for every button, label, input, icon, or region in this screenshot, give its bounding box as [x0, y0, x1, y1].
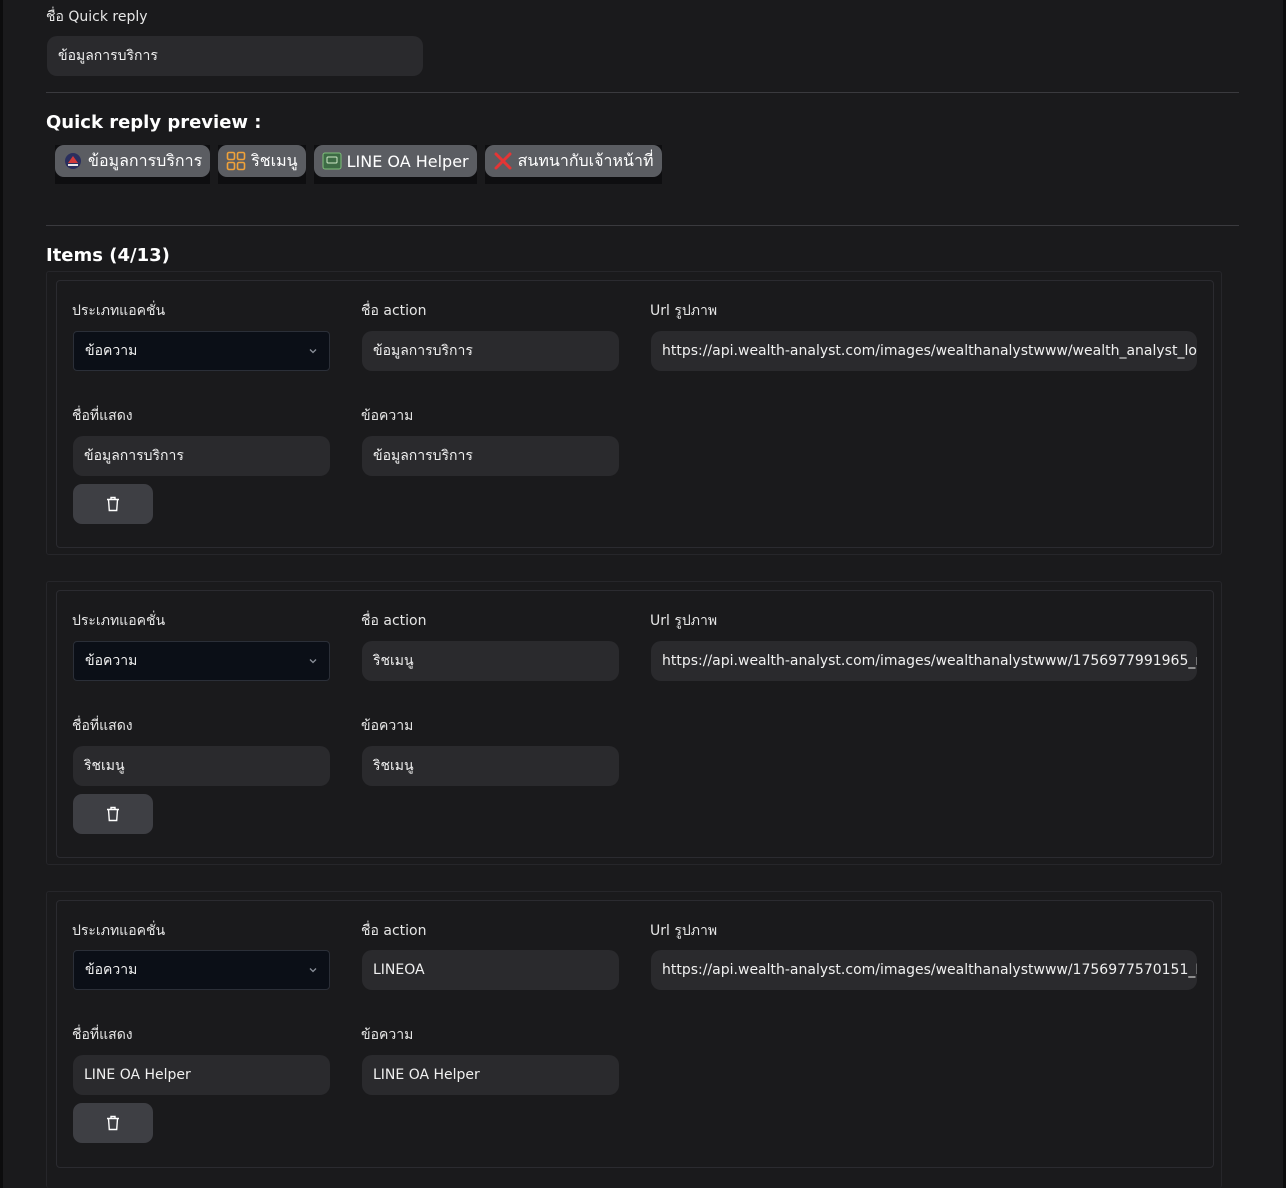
logo-icon [63, 151, 83, 171]
message-label: ข้อความ [361, 408, 414, 424]
action-name-input[interactable]: ริชเมนู [362, 641, 619, 681]
divider [46, 92, 1239, 93]
chevron-down-icon [309, 659, 317, 664]
quick-reply-editor: ชื่อ Quick reply ข้อมูลการบริการ Quick r… [3, 0, 1283, 1188]
action-type-value: ข้อความ [85, 962, 138, 978]
item-card: ประเภทแอคชั่น ข้อความ ชื่อ action ข้อมูล… [46, 271, 1222, 555]
image-url-input[interactable]: https://api.wealth-analyst.com/images/we… [651, 641, 1197, 681]
trash-icon [107, 496, 119, 512]
message-input[interactable]: ข้อมูลการบริการ [362, 436, 619, 476]
chip-label: สนทนากับเจ้าหน้าที่ [517, 150, 654, 170]
preview-chip-chat-with-staff[interactable]: สนทนากับเจ้าหน้าที่ [484, 145, 662, 177]
display-name-input[interactable]: LINE OA Helper [73, 1055, 330, 1095]
action-type-select[interactable]: ข้อความ [73, 331, 330, 371]
preview-title: Quick reply preview : [46, 112, 262, 133]
display-name-input[interactable]: ริชเมนู [73, 746, 330, 786]
item-card-inner: ประเภทแอคชั่น ข้อความ ชื่อ action ริชเมน… [56, 590, 1214, 858]
image-url-input[interactable]: https://api.wealth-analyst.com/images/we… [651, 950, 1197, 990]
delete-item-button[interactable] [73, 1103, 153, 1143]
image-url-input[interactable]: https://api.wealth-analyst.com/images/we… [651, 331, 1197, 371]
action-type-label: ประเภทแอคชั่น [72, 923, 166, 939]
message-input[interactable]: ริชเมนู [362, 746, 619, 786]
action-name-input[interactable]: ข้อมูลการบริการ [362, 331, 619, 371]
item-card: ประเภทแอคชั่น ข้อความ ชื่อ action LINEOA… [46, 891, 1222, 1188]
chip-label: LINE OA Helper [346, 151, 469, 171]
item-card: ประเภทแอคชั่น ข้อความ ชื่อ action ริชเมน… [46, 581, 1222, 865]
action-name-label: ชื่อ action [361, 923, 427, 939]
preview-chip-line-oa-helper[interactable]: LINE OA Helper [313, 145, 477, 177]
delete-item-button[interactable] [73, 484, 153, 524]
action-type-select[interactable]: ข้อความ [73, 641, 330, 681]
image-url-label: Url รูปภาพ [650, 303, 718, 319]
action-type-label: ประเภทแอคชั่น [72, 613, 166, 629]
action-name-label: ชื่อ action [361, 303, 427, 319]
line-oa-icon [322, 151, 342, 171]
action-type-value: ข้อความ [85, 653, 138, 669]
message-label: ข้อความ [361, 718, 414, 734]
message-label: ข้อความ [361, 1027, 414, 1043]
item-card-inner: ประเภทแอคชั่น ข้อความ ชื่อ action LINEOA… [56, 900, 1214, 1168]
preview-chip-service-info[interactable]: ข้อมูลการบริการ [55, 145, 211, 177]
chevron-down-icon [309, 968, 317, 973]
quick-reply-name-label: ชื่อ Quick reply [46, 9, 148, 25]
display-name-label: ชื่อที่แสดง [72, 1027, 133, 1043]
quick-reply-preview-chips: ข้อมูลการบริการ ริชเมนู LINE OA Helper ส… [55, 145, 662, 184]
message-input[interactable]: LINE OA Helper [362, 1055, 619, 1095]
chevron-down-icon [309, 349, 317, 354]
action-type-label: ประเภทแอคชั่น [72, 303, 166, 319]
chip-label: ริชเมนู [251, 150, 298, 170]
item-card-inner: ประเภทแอคชั่น ข้อความ ชื่อ action ข้อมูล… [56, 280, 1214, 548]
display-name-label: ชื่อที่แสดง [72, 408, 133, 424]
chip-label: ข้อมูลการบริการ [88, 150, 203, 170]
quick-reply-name-input[interactable]: ข้อมูลการบริการ [47, 36, 423, 76]
action-name-input[interactable]: LINEOA [362, 950, 619, 990]
delete-item-button[interactable] [73, 794, 153, 834]
close-x-icon [493, 151, 513, 171]
display-name-label: ชื่อที่แสดง [72, 718, 133, 734]
divider [46, 225, 1239, 226]
action-type-value: ข้อความ [85, 343, 138, 359]
trash-icon [107, 1115, 119, 1131]
grid-icon [226, 151, 246, 171]
preview-chip-richmenu[interactable]: ริชเมนู [218, 145, 306, 177]
image-url-label: Url รูปภาพ [650, 923, 718, 939]
display-name-input[interactable]: ข้อมูลการบริการ [73, 436, 330, 476]
image-url-label: Url รูปภาพ [650, 613, 718, 629]
action-type-select[interactable]: ข้อความ [73, 950, 330, 990]
trash-icon [107, 806, 119, 822]
items-title: Items (4/13) [46, 245, 170, 266]
action-name-label: ชื่อ action [361, 613, 427, 629]
